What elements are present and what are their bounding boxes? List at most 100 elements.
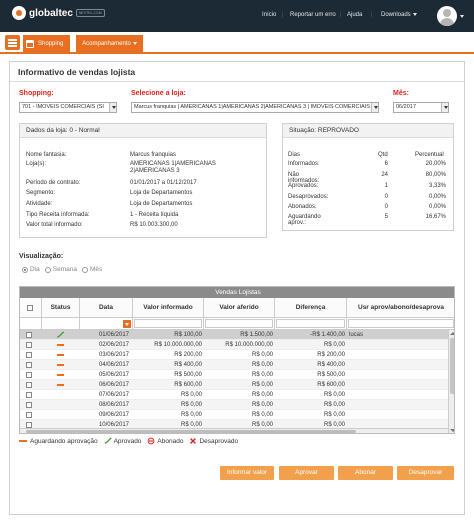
- select-all-checkbox[interactable]: [27, 305, 33, 311]
- loja-label: Selecione a loja:: [131, 90, 186, 97]
- top-navbar: globaltec NEXTEL.COM Início | Reportar u…: [0, 0, 474, 32]
- scroll-up-icon[interactable]: [450, 332, 454, 335]
- nav-separator: |: [340, 12, 342, 18]
- nav-ajuda-link[interactable]: Ajuda: [347, 12, 362, 18]
- filter-dropdown-icon[interactable]: [123, 320, 131, 328]
- globaltec-logo[interactable]: globaltec NEXTEL.COM: [12, 6, 105, 20]
- scroll-down-icon[interactable]: [450, 429, 454, 432]
- radio-dia[interactable]: [22, 266, 28, 273]
- col-usuario-header[interactable]: Usr aprov/abono/desaprova: [347, 298, 454, 318]
- situation-label: Desaprovados:: [288, 194, 329, 200]
- situation-pct: 16,67%: [425, 214, 446, 220]
- scroll-thumb[interactable]: [450, 338, 454, 394]
- col-valor-aferido-header[interactable]: Valor aferido: [204, 298, 275, 318]
- approved-check-icon: [56, 331, 65, 338]
- chevron-down-icon[interactable]: [460, 15, 464, 18]
- table-row[interactable]: 05/06/2017 R$ 500,00 R$ 0,00 R$ 500,00: [20, 370, 448, 380]
- row-checkbox[interactable]: [26, 372, 32, 378]
- user-head-icon: [443, 9, 451, 17]
- grid-vertical-scrollbar[interactable]: [448, 330, 454, 433]
- row-checkbox[interactable]: [26, 402, 32, 408]
- user-avatar[interactable]: [437, 6, 457, 26]
- situation-qtd: 5: [384, 214, 388, 220]
- table-row[interactable]: 04/06/2017 R$ 400,00 R$ 0,00 R$ 400,00: [20, 360, 448, 370]
- situation-header: Situação: REPROVADO: [283, 124, 453, 138]
- table-row[interactable]: 09/06/2017 R$ 0,00 R$ 0,00 R$ 0,00: [20, 410, 448, 420]
- situation-row: Informados: 6 20,00%: [0, 161, 446, 172]
- situation-row: Não informados: 24 80,00%: [0, 172, 446, 184]
- scroll-thumb[interactable]: [26, 430, 356, 433]
- grid-title: Vendas Lojistas: [20, 287, 454, 298]
- row-checkbox[interactable]: [26, 382, 32, 388]
- cell-diferenca: R$ 400,00: [317, 362, 345, 368]
- visualization-radio-group: Dia Semana Mês: [22, 266, 102, 273]
- pending-bar-icon: [57, 354, 64, 356]
- hamburger-line: [8, 42, 17, 44]
- pending-bar-icon: [19, 440, 27, 442]
- row-checkbox[interactable]: [26, 412, 32, 418]
- table-row[interactable]: 08/06/2017 R$ 0,00 R$ 0,00 R$ 0,00: [20, 400, 448, 410]
- hamburger-line: [8, 45, 17, 47]
- nav-inicio-link[interactable]: Início: [262, 12, 276, 18]
- hamburger-menu-button[interactable]: [5, 35, 20, 50]
- cell-valor-aferido: R$ 0,00: [251, 392, 273, 398]
- filter-valor-informado-input[interactable]: [134, 319, 202, 328]
- cell-data: 06/06/2017: [98, 382, 129, 388]
- col-status-header[interactable]: Status: [42, 298, 80, 318]
- tab-acompanhamento-label: Acompanhamento: [82, 40, 131, 47]
- row-checkbox[interactable]: [26, 392, 32, 398]
- nav-downloads-label: Downloads: [381, 12, 411, 18]
- cell-diferenca: R$ 600,00: [317, 382, 345, 388]
- row-checkbox[interactable]: [26, 342, 32, 348]
- row-checkbox[interactable]: [26, 332, 32, 338]
- cell-usuario: [349, 390, 448, 400]
- row-checkbox[interactable]: [26, 352, 32, 358]
- aprovar-button[interactable]: Aprovar: [279, 466, 334, 480]
- chevron-down-icon: [132, 42, 137, 45]
- abonar-button[interactable]: Abonar: [338, 466, 393, 480]
- legend-abonado-label: Abonado: [157, 437, 184, 445]
- table-row[interactable]: 03/06/2017 R$ 200,00 R$ 0,00 R$ 200,00: [20, 350, 448, 360]
- select-all-header: [20, 298, 42, 318]
- desaprovar-button[interactable]: Desaprovar: [397, 466, 454, 480]
- tab-shopping[interactable]: Shopping: [23, 35, 70, 52]
- mes-select-value: 06/2017: [396, 104, 416, 110]
- filter-valor-aferido-input[interactable]: [205, 319, 273, 328]
- radio-mes[interactable]: [81, 266, 88, 273]
- cell-data: 04/06/2017: [98, 362, 129, 368]
- cell-valor-informado: R$ 0,00: [180, 412, 202, 418]
- legend-aprovado: Aprovado: [104, 437, 141, 445]
- loja-select[interactable]: Marcus franquias | AMERICANAS 1|AMERICAN…: [131, 102, 379, 113]
- cell-valor-informado: R$ 0,00: [180, 402, 202, 408]
- situation-pct: 0,00%: [428, 194, 446, 200]
- table-row[interactable]: 02/06/2017 R$ 10.000.000,00 R$ 10.000.000,…: [20, 340, 448, 350]
- situation-pct: 3,33%: [428, 183, 446, 189]
- cell-usuario: [349, 400, 448, 410]
- logo-text: globaltec: [29, 7, 73, 19]
- user-body-icon: [440, 18, 454, 26]
- mes-select[interactable]: 06/2017: [393, 102, 449, 113]
- store-icon: [26, 39, 34, 48]
- tab-acompanhamento[interactable]: Acompanhamento: [76, 35, 143, 52]
- grid-horizontal-scrollbar[interactable]: [20, 428, 448, 433]
- nav-downloads-dropdown[interactable]: Downloads: [381, 12, 417, 18]
- table-row[interactable]: 07/06/2017 R$ 0,00 R$ 0,00 R$ 0,00: [20, 390, 448, 400]
- informar-valor-button[interactable]: Informar valor: [220, 466, 274, 480]
- filter-diferenca-input[interactable]: [276, 319, 345, 328]
- filter-data: [80, 318, 133, 330]
- pending-bar-icon: [57, 384, 64, 386]
- col-diferenca-header[interactable]: Diferença: [275, 298, 347, 318]
- radio-dia-label: Dia: [30, 266, 40, 273]
- col-valor-informado-header[interactable]: Valor informado: [133, 298, 204, 318]
- nav-reportar-link[interactable]: Reportar um erro: [290, 12, 336, 18]
- col-data-header[interactable]: Data: [80, 298, 133, 318]
- chevron-down-icon: [441, 103, 448, 112]
- shopping-select[interactable]: 701 - IMOVEIS COMERCIAIS (SI: [19, 102, 117, 113]
- table-row[interactable]: 01/06/2017 R$ 100,00 R$ 1.500,00 -R$ 1.400,…: [20, 330, 448, 340]
- table-row[interactable]: 06/06/2017 R$ 600,00 R$ 0,00 R$ 600,00: [20, 380, 448, 390]
- cell-valor-aferido: R$ 0,00: [251, 412, 273, 418]
- row-checkbox[interactable]: [26, 362, 32, 368]
- status-legend: Aguardando aprovação Aprovado Abonado De…: [19, 437, 244, 445]
- radio-semana[interactable]: [44, 266, 51, 273]
- filter-usuario-input[interactable]: [348, 319, 454, 328]
